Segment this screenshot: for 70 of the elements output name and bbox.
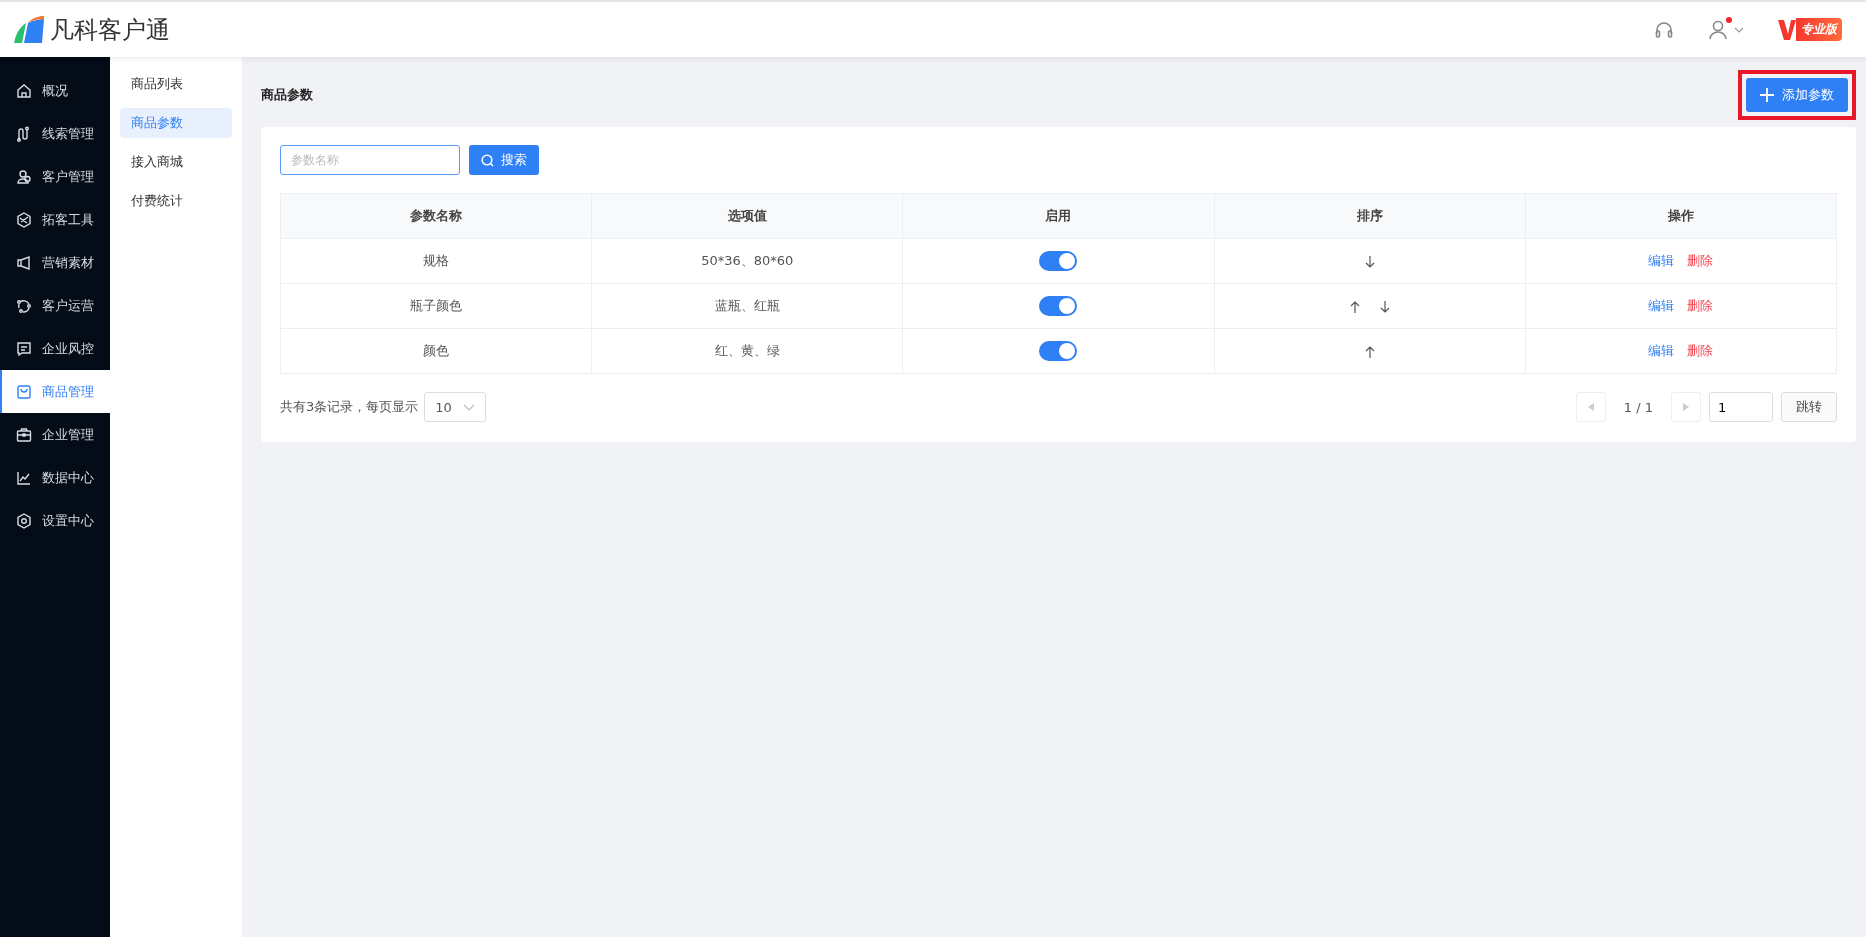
arrow-down-icon[interactable] (1379, 301, 1390, 313)
cycle-icon (16, 297, 32, 314)
column-header: 参数名称 (280, 193, 592, 239)
toggle-switch[interactable] (1039, 251, 1078, 271)
plus-icon (1760, 88, 1774, 102)
table-cell: 瓶子颜色 (280, 283, 592, 329)
hexagon-icon (16, 211, 32, 228)
chevron-down-icon (463, 403, 476, 411)
submenu-item[interactable]: 商品列表 (120, 69, 232, 99)
home-icon (16, 82, 32, 99)
route-icon (16, 125, 32, 142)
sidebar-item[interactable]: 企业管理 (0, 413, 110, 456)
edit-link[interactable]: 编辑 (1648, 297, 1675, 315)
logo-text: 凡科客户通 (50, 14, 170, 46)
user-icon (1708, 18, 1730, 41)
add-parameter-button[interactable]: 添加参数 (1746, 78, 1848, 112)
sidebar-item[interactable]: 线索管理 (0, 112, 110, 155)
table-cell: 红、黄、绿 (591, 328, 903, 374)
bag-icon (16, 383, 32, 400)
toggle-switch[interactable] (1039, 341, 1078, 361)
column-header: 启用 (902, 193, 1215, 239)
sidebar-item[interactable]: 客户运营 (0, 284, 110, 327)
sidebar-item[interactable]: 企业风控 (0, 327, 110, 370)
delete-link[interactable]: 删除 (1687, 342, 1714, 360)
edit-link[interactable]: 编辑 (1648, 342, 1675, 360)
sidebar-item[interactable]: 拓客工具 (0, 198, 110, 241)
table-cell: 50*36、80*60 (591, 238, 903, 284)
sidebar-item[interactable]: 客户管理 (0, 155, 110, 198)
arrow-up-icon[interactable] (1364, 346, 1375, 358)
table-cell: 规格 (280, 238, 592, 284)
page-title: 商品参数 (261, 86, 313, 104)
sidebar-item[interactable]: 商品管理 (0, 370, 110, 413)
submenu-item[interactable]: 接入商城 (120, 147, 232, 177)
settings-icon (16, 512, 32, 529)
briefcase-icon (16, 426, 32, 443)
sidebar-item[interactable]: 数据中心 (0, 456, 110, 499)
edit-link[interactable]: 编辑 (1648, 252, 1675, 270)
delete-link[interactable]: 删除 (1687, 297, 1714, 315)
delete-link[interactable]: 删除 (1687, 252, 1714, 270)
column-header: 操作 (1525, 193, 1837, 239)
search-field[interactable]: 参数名称 (280, 145, 460, 175)
table-cell: 颜色 (280, 328, 592, 374)
search-icon (481, 153, 494, 167)
page-indicator: 1 / 1 (1622, 399, 1654, 415)
headset-icon[interactable] (1654, 19, 1674, 40)
page-size-select[interactable]: 10 (424, 392, 487, 422)
message-icon (16, 340, 32, 357)
sidebar-item[interactable]: 概况 (0, 69, 110, 112)
table-cell: 蓝瓶、红瓶 (591, 283, 903, 329)
triangle-right-icon (1683, 403, 1689, 411)
column-header: 选项值 (591, 193, 903, 239)
sidebar-item[interactable]: 设置中心 (0, 499, 110, 542)
chevron-down-icon (1734, 26, 1744, 33)
arrow-up-icon[interactable] (1349, 301, 1360, 313)
jump-button[interactable]: 跳转 (1781, 392, 1837, 422)
sidebar-item[interactable]: 营销素材 (0, 241, 110, 284)
search-button[interactable]: 搜索 (469, 145, 539, 175)
megaphone-icon (16, 254, 32, 271)
page-number-field[interactable]: 1 (1709, 392, 1773, 422)
submenu-item[interactable]: 付费统计 (120, 186, 232, 216)
user-menu[interactable] (1708, 18, 1744, 41)
arrow-down-icon[interactable] (1364, 256, 1375, 268)
logo-icon (12, 14, 46, 45)
toggle-switch[interactable] (1039, 296, 1078, 316)
triangle-left-icon (1587, 403, 1594, 411)
line-chart-icon (16, 469, 32, 486)
record-summary: 共有3条记录，每页显示 (280, 398, 419, 416)
submenu-item[interactable]: 商品参数 (120, 108, 232, 138)
column-header: 排序 (1214, 193, 1526, 239)
users-icon (16, 168, 32, 185)
